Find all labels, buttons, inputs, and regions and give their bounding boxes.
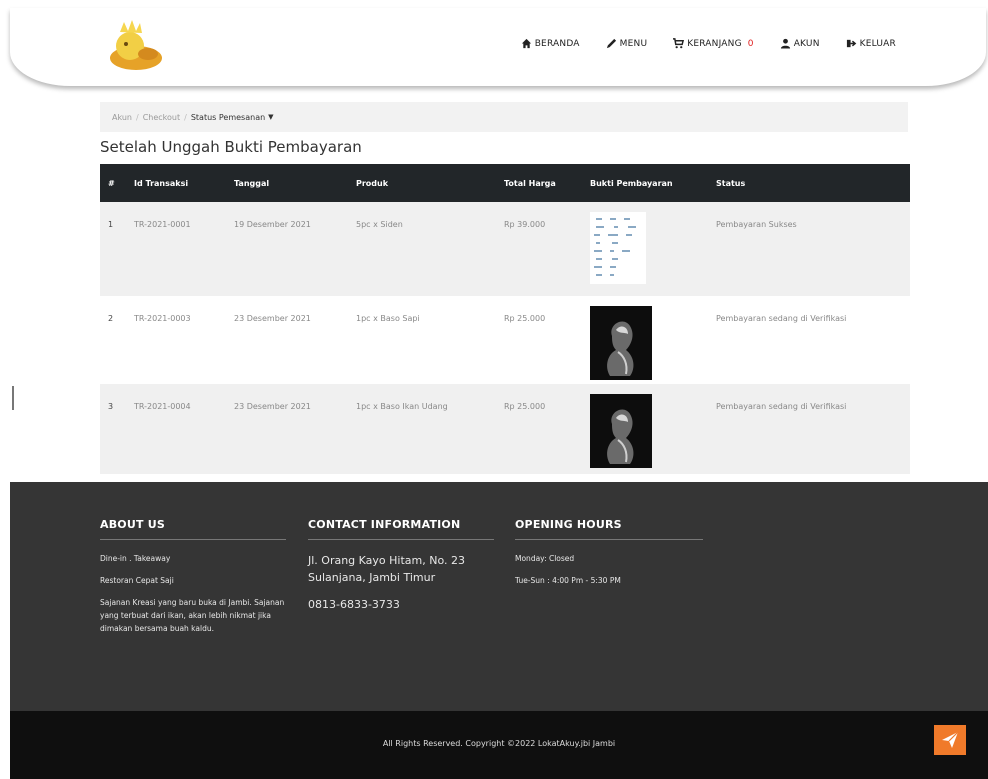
payment-proof-image[interactable] bbox=[590, 306, 652, 380]
user-icon bbox=[780, 38, 790, 49]
row-number: 3 bbox=[100, 384, 126, 474]
nav-label: KELUAR bbox=[859, 38, 896, 49]
breadcrumb: Akun / Checkout / Status Pemesanan ▼ bbox=[100, 102, 908, 132]
nav-label: MENU bbox=[619, 38, 648, 49]
page-title: Setelah Unggah Bukti Pembayaran bbox=[100, 138, 362, 156]
col-id-transaksi: Id Transaksi bbox=[126, 164, 226, 202]
footer-hours-line: Monday: Closed bbox=[515, 554, 575, 563]
payment-status: Pembayaran sedang di Verifikasi bbox=[708, 296, 910, 384]
breadcrumb-current[interactable]: Status Pemesanan bbox=[191, 113, 265, 122]
total-price: Rp 39.000 bbox=[496, 202, 582, 296]
transaction-date: 19 Desember 2021 bbox=[226, 202, 348, 296]
total-price: Rp 25.000 bbox=[496, 384, 582, 474]
footer-about-line: Restoran Cepat Saji bbox=[100, 576, 174, 585]
nav-akun[interactable]: AKUN bbox=[780, 38, 820, 49]
row-number: 1 bbox=[100, 202, 126, 296]
payment-proof-image[interactable] bbox=[590, 394, 652, 468]
text-cursor bbox=[12, 386, 14, 410]
table-row: 2 TR-2021-0003 23 Desember 2021 1pc x Ba… bbox=[100, 296, 910, 384]
sign-out-icon bbox=[846, 39, 856, 48]
table-row: 1 TR-2021-0001 19 Desember 2021 5pc x Si… bbox=[100, 202, 910, 296]
payment-status: Pembayaran sedang di Verifikasi bbox=[708, 384, 910, 474]
nav-label: BERANDA bbox=[534, 38, 580, 49]
col-tanggal: Tanggal bbox=[226, 164, 348, 202]
footer-contact-title: CONTACT INFORMATION bbox=[308, 518, 494, 540]
transaction-id: TR-2021-0003 bbox=[126, 296, 226, 384]
nav-label: AKUN bbox=[793, 38, 820, 49]
site-header: BERANDA MENU KERANJANG 0 AKUN KELUAR bbox=[10, 8, 986, 86]
footer-hours: OPENING HOURS Monday: Closed Tue-Sun : 4… bbox=[515, 518, 703, 596]
chevron-down-icon: ▼ bbox=[268, 113, 274, 121]
cart-count-badge: 0 bbox=[747, 38, 754, 49]
col-number: # bbox=[100, 164, 126, 202]
cart-icon bbox=[673, 38, 685, 49]
footer-about-title: ABOUT US bbox=[100, 518, 286, 540]
transaction-id: TR-2021-0004 bbox=[126, 384, 226, 474]
transaction-id: TR-2021-0001 bbox=[126, 202, 226, 296]
table-row: 3 TR-2021-0004 23 Desember 2021 1pc x Ba… bbox=[100, 384, 910, 474]
nav-keranjang[interactable]: KERANJANG 0 bbox=[673, 38, 754, 49]
col-total-harga: Total Harga bbox=[496, 164, 582, 202]
row-number: 2 bbox=[100, 296, 126, 384]
payment-proof-cell bbox=[582, 296, 708, 384]
footer-address: Jl. Orang Kayo Hitam, No. 23 Sulanjana, … bbox=[308, 554, 466, 584]
payment-proof-cell bbox=[582, 202, 708, 296]
send-button[interactable] bbox=[934, 725, 966, 755]
main-nav: BERANDA MENU KERANJANG 0 AKUN KELUAR bbox=[521, 38, 896, 49]
home-icon bbox=[521, 38, 531, 49]
footer-hours-title: OPENING HOURS bbox=[515, 518, 703, 540]
footer-hours-line: Tue-Sun : 4:00 Pm - 5:30 PM bbox=[515, 576, 621, 585]
footer-contact: CONTACT INFORMATION Jl. Orang Kayo Hitam… bbox=[308, 518, 494, 623]
nav-menu[interactable]: MENU bbox=[606, 38, 648, 49]
payment-proof-image[interactable] bbox=[590, 212, 646, 284]
pencil-icon bbox=[606, 38, 616, 49]
nav-beranda[interactable]: BERANDA bbox=[521, 38, 580, 49]
payment-status: Pembayaran Sukses bbox=[708, 202, 910, 296]
breadcrumb-separator: / bbox=[184, 112, 187, 122]
table-header-row: # Id Transaksi Tanggal Produk Total Harg… bbox=[100, 164, 910, 202]
col-produk: Produk bbox=[348, 164, 496, 202]
transaction-date: 23 Desember 2021 bbox=[226, 296, 348, 384]
product: 1pc x Baso Sapi bbox=[348, 296, 496, 384]
transaction-date: 23 Desember 2021 bbox=[226, 384, 348, 474]
footer-about-description: Sajanan Kreasi yang baru buka di Jambi. … bbox=[100, 598, 285, 633]
product: 5pc x Siden bbox=[348, 202, 496, 296]
nav-label: KERANJANG bbox=[687, 38, 742, 49]
payment-proof-cell bbox=[582, 384, 708, 474]
col-status: Status bbox=[708, 164, 910, 202]
breadcrumb-separator: / bbox=[136, 112, 139, 122]
breadcrumb-checkout[interactable]: Checkout bbox=[143, 113, 180, 122]
breadcrumb-akun[interactable]: Akun bbox=[112, 113, 132, 122]
footer-about: ABOUT US Dine-in . Takeaway Restoran Cep… bbox=[100, 518, 286, 644]
total-price: Rp 25.000 bbox=[496, 296, 582, 384]
paper-plane-icon bbox=[942, 731, 959, 748]
col-bukti-pembayaran: Bukti Pembayaran bbox=[582, 164, 708, 202]
footer-about-line: Dine-in . Takeaway bbox=[100, 554, 171, 563]
product: 1pc x Baso Ikan Udang bbox=[348, 384, 496, 474]
site-footer: ABOUT US Dine-in . Takeaway Restoran Cep… bbox=[10, 482, 988, 711]
nav-keluar[interactable]: KELUAR bbox=[846, 38, 896, 49]
order-status-table: # Id Transaksi Tanggal Produk Total Harg… bbox=[100, 164, 910, 474]
footer-bottom-bar: All Rights Reserved. Copyright ©2022 Lok… bbox=[10, 711, 988, 779]
copyright-text: All Rights Reserved. Copyright ©2022 Lok… bbox=[382, 739, 616, 748]
footer-phone[interactable]: 0813-6833-3733 bbox=[308, 596, 494, 613]
logo-icon[interactable] bbox=[106, 18, 166, 76]
